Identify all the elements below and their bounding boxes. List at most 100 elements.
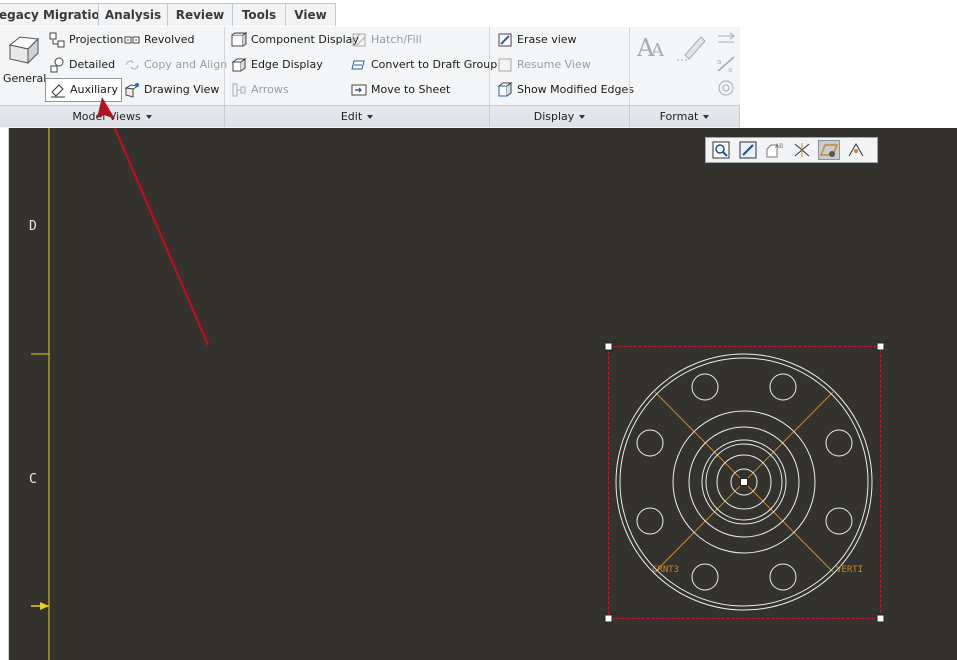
move-to-sheet-label: Move to Sheet [371,83,451,96]
show-modified-edges-icon [497,82,513,97]
plane-display-icon [819,144,839,157]
repaint-button[interactable] [737,140,759,160]
zone-label-d: D [29,219,37,234]
move-to-sheet-icon [351,84,367,96]
zone-label-c: C [29,472,37,487]
svg-text:a: a [728,66,732,73]
show-modified-edges-button[interactable]: Show Modified Edges [497,79,634,101]
chevron-down-icon [703,115,710,119]
detailed-button[interactable]: Detailed [49,54,115,76]
selection-handle[interactable] [876,614,885,623]
ribbon-tab-bar: egacy Migration Analysis Review Tools Vi… [0,0,957,28]
projection-button[interactable]: Projection [49,29,123,51]
general-button-label: General [3,72,47,85]
drawing-view-button[interactable]: Drawing View [124,79,219,101]
component-display-label: Component Display [251,33,359,46]
zoom-to-fit-button[interactable] [710,140,732,160]
component-display-icon [231,32,247,47]
axis-display-icon [794,143,810,157]
annotation-display-button[interactable]: AB [764,140,786,160]
convert-draft-group-button[interactable]: Convert to Draft Group [351,54,497,76]
display-footer-label: Display [533,110,575,123]
annotation-display-icon: AB [766,143,783,158]
edge-display-label: Edge Display [251,58,323,71]
datum-label-right: VERTI [836,565,864,575]
general-view-icon [8,36,40,65]
resume-view-label: Resume View [517,58,591,71]
projection-icon [49,32,65,48]
revolved-icon [124,36,140,44]
text-style-icon[interactable]: A A [636,31,670,61]
erase-view-label: Erase view [517,33,577,46]
selection-handle[interactable] [604,614,613,623]
hatch-fill-button[interactable]: Hatch/Fill [351,29,422,51]
drawing-view-icon [124,83,140,98]
arrows-icon [232,83,246,97]
line-style-icon[interactable] [675,31,711,61]
selection-handle[interactable] [876,342,885,351]
hatch-pattern-icon[interactable]: aa [716,55,736,73]
datum-plane-display-button[interactable] [818,140,840,160]
convert-draft-label: Convert to Draft Group [371,58,498,71]
edit-group-menu[interactable]: Edit [225,105,490,127]
projection-label: Projection [69,33,124,46]
edge-display-button[interactable]: Edge Display [231,54,323,76]
point-display-icon [848,143,864,157]
erase-view-icon [498,33,512,47]
tab-legacy-migration[interactable]: egacy Migration [0,3,99,26]
drawing-graphics [31,128,885,660]
group-separator [629,27,630,105]
annotation-arrow-line [113,128,210,346]
hatch-fill-label: Hatch/Fill [371,33,422,46]
drawing-view-label: Drawing View [144,83,220,96]
erase-view-button[interactable]: Erase view [497,29,577,51]
show-modified-edges-label: Show Modified Edges [517,83,635,96]
selection-handle[interactable] [604,342,613,351]
tab-review[interactable]: Review [167,3,233,26]
chevron-down-icon [579,115,586,119]
component-display-button[interactable]: Component Display [231,29,359,51]
tab-view[interactable]: View [285,3,336,26]
chevron-down-icon [145,115,152,119]
revolved-button[interactable]: Revolved [124,29,194,51]
datum-label-left: CRNT3 [652,565,680,575]
svg-text:a: a [717,58,721,66]
display-group-menu[interactable]: Display [490,105,630,127]
resume-view-button[interactable]: Resume View [497,54,591,76]
annotation-arrowhead-icon [97,97,115,119]
centering-arrow-icon [40,602,49,610]
datum-point-display-button[interactable] [845,140,867,160]
ribbon-empty-area [740,27,957,128]
repaint-icon [739,141,757,159]
svg-text:AB: AB [775,143,783,150]
copy-align-button[interactable]: Copy and Align [124,54,227,76]
move-to-sheet-button[interactable]: Move to Sheet [351,79,450,101]
tab-analysis[interactable]: Analysis [98,3,168,26]
selection-handle[interactable] [740,478,748,486]
convert-draft-icon [351,60,365,70]
resume-view-icon [498,58,512,72]
group-separator [224,27,225,105]
datum-axis-display-button[interactable] [791,140,813,160]
chevron-down-icon [367,115,374,119]
group-separator [489,27,490,105]
format-footer-label: Format [659,110,699,123]
svg-text:A: A [650,40,665,61]
copy-align-label: Copy and Align [144,58,228,71]
detailed-label: Detailed [69,58,116,71]
hatch-fill-icon [352,33,366,47]
arrow-style-icon[interactable] [716,31,736,47]
copy-align-icon [125,60,139,70]
edit-footer-label: Edit [340,110,363,123]
arrows-button[interactable]: Arrows [231,79,289,101]
format-group-menu[interactable]: Format [630,105,740,127]
arrows-label: Arrows [251,83,289,96]
revolved-label: Revolved [144,33,195,46]
graphics-toolbar: AB [705,137,878,163]
auxiliary-icon [51,84,65,98]
zoom-icon [712,141,730,159]
symbol-gallery-icon[interactable] [716,79,736,97]
tab-tools[interactable]: Tools [232,3,286,26]
detailed-icon [50,57,64,73]
general-button[interactable]: General [2,31,47,89]
